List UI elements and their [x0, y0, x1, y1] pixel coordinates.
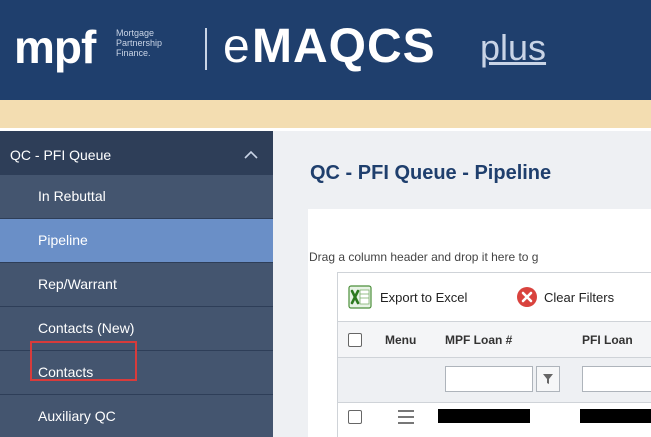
sidebar-item-rep-warrant[interactable]: Rep/Warrant — [0, 263, 273, 306]
app-name-prefix: e — [223, 20, 250, 73]
select-all-checkbox[interactable] — [348, 333, 362, 347]
app-header: mpf Mortgage Partnership Finance. e MAQC… — [0, 0, 651, 100]
mpf-logo: mpf — [14, 21, 96, 73]
column-header-pfi-loan[interactable]: PFI Loan — [582, 333, 633, 347]
app-name: MAQCS — [252, 20, 436, 73]
chevron-up-icon[interactable] — [244, 149, 258, 159]
clear-filter-icon — [517, 287, 537, 307]
clear-filters-label: Clear Filters — [544, 289, 615, 305]
table-row[interactable] — [337, 403, 651, 437]
hamburger-menu-icon[interactable] — [398, 410, 414, 424]
grid-filter-row — [337, 358, 651, 403]
sidebar-item-label: Auxiliary QC — [38, 408, 116, 424]
sidebar-item-pipeline[interactable]: Pipeline — [0, 219, 273, 262]
export-to-excel-button[interactable]: Export to Excel — [348, 283, 467, 311]
sidebar-group-label: QC - PFI Queue — [10, 147, 112, 163]
redacted-pfi-loan — [580, 409, 651, 423]
logo-divider — [205, 28, 207, 70]
export-label: Export to Excel — [380, 289, 468, 305]
sidebar-item-label: Pipeline — [38, 232, 88, 248]
grid-header-row: Menu MPF Loan # PFI Loan — [337, 322, 651, 358]
mpf-loan-filter-button[interactable] — [536, 366, 560, 392]
excel-icon — [348, 285, 372, 309]
sidebar-item-label: Rep/Warrant — [38, 276, 117, 292]
sidebar-item-auxiliary-qc[interactable]: Auxiliary QC — [0, 395, 273, 437]
sidebar-group-qc-pfi-queue[interactable]: QC - PFI Queue — [0, 131, 273, 175]
sidebar: QC - PFI Queue In Rebuttal Pipeline Rep/… — [0, 131, 273, 437]
sidebar-item-in-rebuttal[interactable]: In Rebuttal — [0, 175, 273, 218]
pfi-loan-filter-input[interactable] — [582, 366, 651, 392]
filter-icon — [543, 374, 553, 384]
sidebar-item-label: Contacts (New) — [38, 320, 135, 336]
group-drop-area[interactable]: Drag a column header and drop it here to… — [305, 241, 651, 271]
grid-toolbar: Export to Excel Clear Filters — [337, 272, 651, 322]
row-checkbox[interactable] — [348, 410, 362, 424]
column-header-menu[interactable]: Menu — [385, 333, 416, 347]
header-band — [0, 100, 651, 128]
sidebar-item-label: In Rebuttal — [38, 188, 106, 204]
column-header-mpf-loan[interactable]: MPF Loan # — [445, 333, 512, 347]
app-name-suffix: plus — [480, 27, 547, 68]
clear-filters-button[interactable]: Clear Filters — [516, 283, 614, 311]
contacts-highlight-box — [30, 341, 137, 381]
page-title: QC - PFI Queue - Pipeline — [310, 162, 552, 184]
mpf-logo-subtitle: Mortgage Partnership Finance. — [116, 28, 163, 58]
mpf-loan-filter-input[interactable] — [445, 366, 533, 392]
redacted-mpf-loan — [438, 409, 530, 423]
